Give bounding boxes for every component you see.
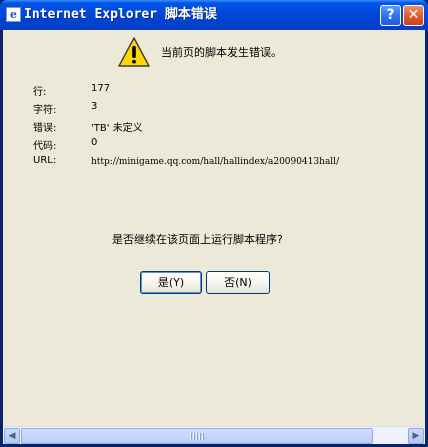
ie-app-icon: e <box>6 7 21 22</box>
title-bar[interactable]: e Internet Explorer 脚本错误 ? ✕ <box>0 0 428 30</box>
dialog-client-area: 当前页的脚本发生错误。 行: 177 字符: 3 错误: 'TB' 未定义 代码… <box>3 30 425 444</box>
line-value: 177 <box>91 83 111 94</box>
char-value: 3 <box>91 101 98 112</box>
no-button[interactable]: 否(N) <box>206 271 270 294</box>
code-value: 0 <box>91 137 98 148</box>
help-button[interactable]: ? <box>380 5 401 26</box>
error-header-message: 当前页的脚本发生错误。 <box>161 46 282 59</box>
error-value: 'TB' 未定义 <box>91 123 143 134</box>
url-value: http://minigame.qq.com/hall/hallindex/a2… <box>91 157 340 167</box>
line-label: 行: <box>33 87 47 98</box>
url-label: URL: <box>33 155 57 166</box>
error-dialog-window: e Internet Explorer 脚本错误 ? ✕ 当前页的脚本发生错误。… <box>0 0 428 447</box>
close-button[interactable]: ✕ <box>403 5 424 26</box>
dialog-content: 当前页的脚本发生错误。 行: 177 字符: 3 错误: 'TB' 未定义 代码… <box>3 30 425 426</box>
yes-button[interactable]: 是(Y) <box>140 271 202 294</box>
continue-prompt: 是否继续在该页面上运行脚本程序? <box>112 233 283 246</box>
char-label: 字符: <box>33 105 57 116</box>
scrollbar-grip-icon <box>190 433 204 440</box>
scrollbar-thumb[interactable] <box>21 428 373 444</box>
scroll-right-icon[interactable]: ▶ <box>408 428 424 444</box>
window-title: Internet Explorer 脚本错误 <box>24 7 217 22</box>
error-label: 错误: <box>33 123 57 134</box>
warning-icon <box>118 37 150 67</box>
code-label: 代码: <box>33 141 57 152</box>
scroll-left-icon[interactable]: ◀ <box>4 428 20 444</box>
horizontal-scrollbar[interactable]: ◀ ▶ <box>3 426 425 444</box>
